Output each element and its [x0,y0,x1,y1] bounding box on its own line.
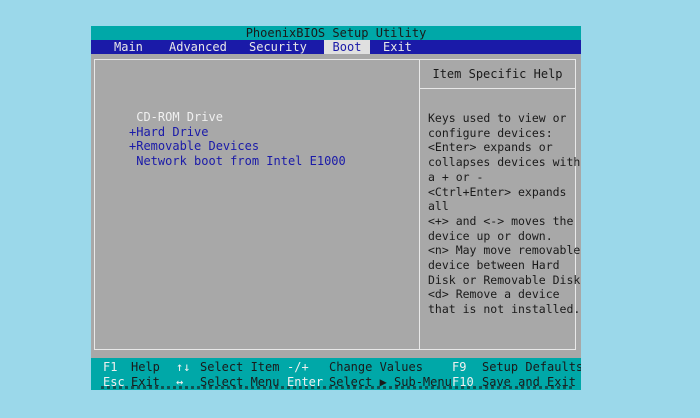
key-f9-desc: Setup Defaults [482,360,581,374]
key-minus-plus-desc: Change Values [329,360,423,374]
main-panel: CD-ROM Drive +Hard Drive +Removable Devi… [94,59,581,350]
help-title: Item Specific Help [432,67,563,81]
boot-item-cdrom[interactable]: CD-ROM Drive [129,110,346,125]
window-title: PhoenixBIOS Setup Utility [91,26,581,40]
key-f1: F1 [103,360,118,374]
scanline-artifact [101,386,573,389]
menu-exit[interactable]: Exit [380,40,415,54]
help-divider [420,88,575,89]
key-f9: F9 [452,360,467,374]
key-updown-desc: Select Item [200,360,280,374]
key-minus-plus: -/+ [287,360,309,374]
menu-boot[interactable]: Boot [324,40,370,54]
key-f1-desc: Help [131,360,160,374]
boot-item-hard-drive[interactable]: +Hard Drive [129,125,346,140]
help-text: Keys used to view or configure devices: … [428,111,581,317]
panel-divider [419,60,420,349]
menu-bar: Main Advanced Security Boot Exit [91,40,581,54]
boot-order-list: CD-ROM Drive +Hard Drive +Removable Devi… [129,110,346,169]
boot-item-network[interactable]: Network boot from Intel E1000 [129,154,346,169]
menu-main[interactable]: Main [111,40,146,54]
menu-advanced[interactable]: Advanced [166,40,230,54]
bios-screen: PhoenixBIOS Setup Utility Main Advanced … [91,26,581,390]
key-updown: ↑↓ [176,360,191,374]
menu-security[interactable]: Security [246,40,310,54]
boot-item-removable[interactable]: +Removable Devices [129,139,346,154]
